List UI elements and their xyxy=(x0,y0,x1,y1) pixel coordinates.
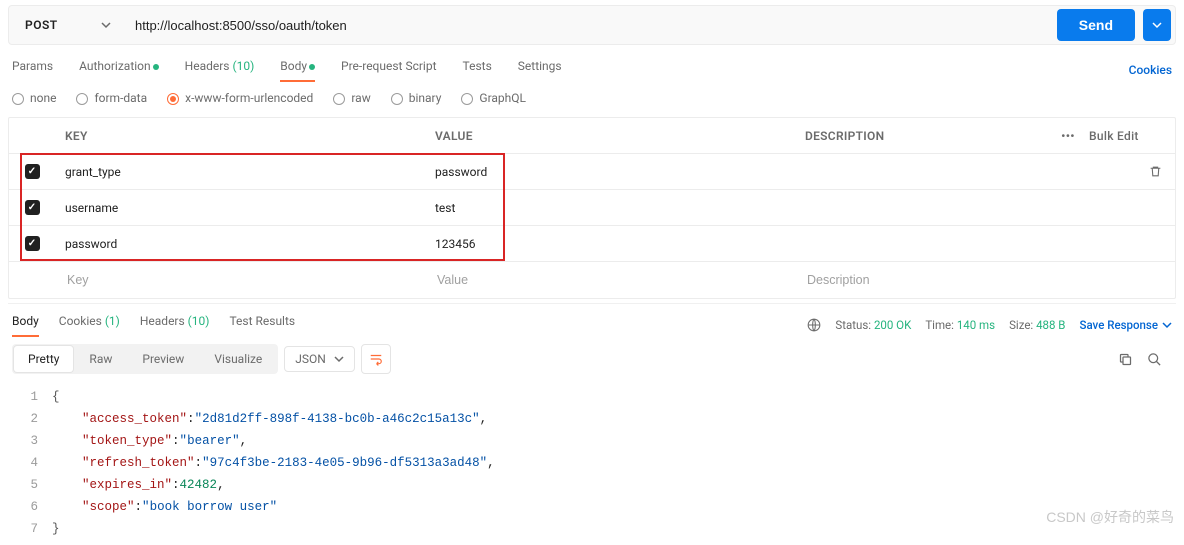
cell-key[interactable]: password xyxy=(55,237,425,251)
desc-input[interactable] xyxy=(805,272,1083,288)
col-value: VALUE xyxy=(425,129,795,143)
chevron-down-icon xyxy=(1152,20,1162,30)
json-scope: book borrow user xyxy=(150,500,270,514)
method-label: POST xyxy=(25,18,58,32)
tab-auth-label: Authorization xyxy=(79,59,151,73)
col-desc: DESCRIPTION xyxy=(795,129,1047,143)
save-response-button[interactable]: Save Response xyxy=(1079,318,1172,332)
more-options-icon[interactable]: ••• xyxy=(1047,129,1089,143)
send-dropdown[interactable] xyxy=(1143,9,1171,41)
chevron-down-icon xyxy=(334,354,344,364)
globe-icon[interactable] xyxy=(807,318,821,332)
view-preview[interactable]: Preview xyxy=(128,346,198,372)
chevron-down-icon xyxy=(101,20,111,30)
json-refresh-token: 97c4f3be-2183-4e05-9b96-df5313a3ad48 xyxy=(210,456,480,470)
time-value: 140 ms xyxy=(957,318,995,332)
cell-key[interactable]: grant_type xyxy=(55,165,425,179)
radio-raw[interactable]: raw xyxy=(333,91,370,105)
view-visualize[interactable]: Visualize xyxy=(200,346,276,372)
cookies-link[interactable]: Cookies xyxy=(1129,63,1172,77)
send-button[interactable]: Send xyxy=(1057,9,1135,41)
cell-value[interactable]: test xyxy=(425,201,795,215)
time-label: Time: 140 ms xyxy=(925,318,995,332)
radio-icon xyxy=(461,93,473,105)
radio-icon xyxy=(167,93,179,105)
tab-headers-label: Headers xyxy=(185,59,230,73)
radio-urlencoded-label: x-www-form-urlencoded xyxy=(185,91,313,105)
copy-icon[interactable] xyxy=(1118,352,1133,367)
resp-headers-count: (10) xyxy=(188,314,210,328)
tab-params[interactable]: Params xyxy=(12,59,53,81)
view-raw[interactable]: Raw xyxy=(75,346,126,372)
checkbox-icon[interactable]: ✓ xyxy=(25,200,40,215)
json-access-token: 2d81d2ff-898f-4138-bc0b-a46c2c15a13c xyxy=(202,412,472,426)
response-body[interactable]: 1{ 2 "access_token": "2d81d2ff-898f-4138… xyxy=(8,382,1176,540)
resp-headers-label: Headers xyxy=(140,314,185,328)
cell-value[interactable]: password xyxy=(425,165,795,179)
radio-graphql[interactable]: GraphQL xyxy=(461,91,526,105)
status-label: Status: 200 OK xyxy=(835,318,911,332)
tab-headers[interactable]: Headers (10) xyxy=(185,59,255,81)
size-value: 488 B xyxy=(1036,318,1065,332)
json-token-type: bearer xyxy=(187,434,232,448)
radio-none-label: none xyxy=(30,91,56,105)
format-label: JSON xyxy=(295,352,326,366)
radio-icon xyxy=(391,93,403,105)
key-input[interactable] xyxy=(65,272,415,288)
tab-authorization[interactable]: Authorization xyxy=(79,59,159,81)
save-response-label: Save Response xyxy=(1079,318,1158,332)
resp-tab-headers[interactable]: Headers (10) xyxy=(140,314,210,336)
table-row[interactable]: ✓ grant_type password xyxy=(9,154,1175,190)
resp-cookies-label: Cookies xyxy=(59,314,102,328)
json-expires-in: 42482 xyxy=(180,474,218,496)
radio-icon xyxy=(12,93,24,105)
view-mode-tabs: Pretty Raw Preview Visualize xyxy=(12,344,278,374)
value-input[interactable] xyxy=(435,272,785,288)
radio-binary-label: binary xyxy=(409,91,442,105)
radio-icon xyxy=(333,93,345,105)
wrap-icon[interactable] xyxy=(361,344,391,374)
url-input[interactable] xyxy=(131,9,1049,41)
checkbox-icon[interactable]: ✓ xyxy=(25,164,40,179)
resp-cookies-count: (1) xyxy=(105,314,120,328)
trash-icon[interactable] xyxy=(1135,165,1175,178)
tab-tests[interactable]: Tests xyxy=(463,59,492,81)
col-key: KEY xyxy=(55,129,425,143)
status-dot-icon xyxy=(153,64,159,70)
bulk-edit-link[interactable]: Bulk Edit xyxy=(1089,129,1175,143)
status-value: 200 OK xyxy=(874,318,911,332)
body-table: KEY VALUE DESCRIPTION ••• Bulk Edit ✓ gr… xyxy=(8,117,1176,299)
headers-count: (10) xyxy=(232,59,254,73)
chevron-down-icon xyxy=(1162,320,1172,330)
tab-body-label: Body xyxy=(280,59,307,73)
table-row[interactable]: ✓ password 123456 xyxy=(9,226,1175,262)
tab-prerequest[interactable]: Pre-request Script xyxy=(341,59,436,81)
cell-value[interactable]: 123456 xyxy=(425,237,795,251)
resp-tab-tests[interactable]: Test Results xyxy=(229,314,295,336)
radio-urlencoded[interactable]: x-www-form-urlencoded xyxy=(167,91,313,105)
checkbox-icon[interactable]: ✓ xyxy=(25,236,40,251)
radio-binary[interactable]: binary xyxy=(391,91,442,105)
table-row[interactable]: ✓ username test xyxy=(9,190,1175,226)
search-icon[interactable] xyxy=(1147,352,1162,367)
tab-body[interactable]: Body xyxy=(280,59,315,81)
format-select[interactable]: JSON xyxy=(284,346,355,372)
radio-icon xyxy=(76,93,88,105)
send-label: Send xyxy=(1079,17,1113,33)
resp-tab-cookies[interactable]: Cookies (1) xyxy=(59,314,120,336)
view-pretty[interactable]: Pretty xyxy=(14,346,73,372)
radio-raw-label: raw xyxy=(351,91,370,105)
cell-key[interactable]: username xyxy=(55,201,425,215)
table-row-empty[interactable] xyxy=(9,262,1175,298)
status-dot-icon xyxy=(309,64,315,70)
radio-none[interactable]: none xyxy=(12,91,56,105)
radio-graphql-label: GraphQL xyxy=(479,91,526,105)
watermark: CSDN @好奇的菜鸟 xyxy=(1046,507,1174,527)
radio-formdata-label: form-data xyxy=(94,91,147,105)
method-select[interactable]: POST xyxy=(13,9,123,41)
radio-formdata[interactable]: form-data xyxy=(76,91,147,105)
resp-tab-body[interactable]: Body xyxy=(12,314,39,336)
size-label: Size: 488 B xyxy=(1009,318,1065,332)
tab-settings[interactable]: Settings xyxy=(518,59,562,81)
